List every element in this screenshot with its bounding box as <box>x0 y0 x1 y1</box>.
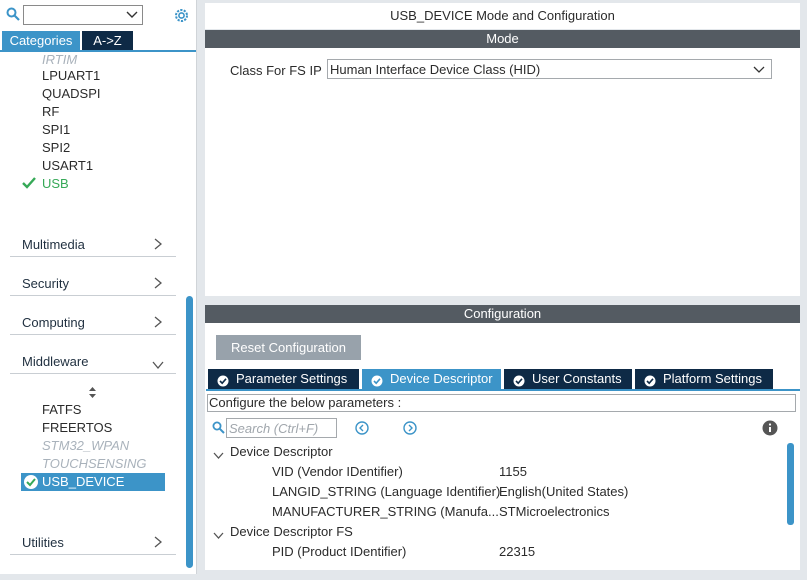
param-value-langid[interactable]: English(United States) <box>499 484 628 499</box>
category-multimedia[interactable]: Multimedia <box>10 232 176 257</box>
info-icon[interactable] <box>762 420 778 439</box>
tab-label: Parameter Settings <box>236 371 348 386</box>
check-icon <box>22 177 36 192</box>
previous-icon[interactable] <box>355 421 369 438</box>
chevron-right-icon <box>154 277 163 292</box>
check-circle-icon <box>513 373 525 387</box>
gear-icon[interactable] <box>173 7 190 27</box>
tab-a-to-z[interactable]: A->Z <box>82 31 133 50</box>
peripheral-spi1[interactable]: SPI1 <box>42 121 70 139</box>
param-value-manufacturer[interactable]: STMicroelectronics <box>499 504 610 519</box>
peripheral-quadspi[interactable]: QUADSPI <box>42 85 101 103</box>
reset-configuration-button[interactable]: Reset Configuration <box>216 335 361 360</box>
chevron-down-icon[interactable] <box>126 8 138 23</box>
category-computing[interactable]: Computing <box>10 310 176 335</box>
group-device-descriptor[interactable]: Device Descriptor <box>230 444 333 459</box>
chevron-down-icon <box>753 63 765 78</box>
next-icon[interactable] <box>403 421 417 438</box>
tab-label: Device Descriptor <box>390 371 493 386</box>
search-icon[interactable] <box>6 7 20 24</box>
param-value-vid[interactable]: 1155 <box>499 464 527 479</box>
peripheral-lpuart1[interactable]: LPUART1 <box>42 67 100 85</box>
middleware-stm32-wpan[interactable]: STM32_WPAN <box>42 437 129 455</box>
chevron-right-icon <box>154 238 163 253</box>
collapse-icon[interactable] <box>213 448 224 463</box>
tab-label: Platform Settings <box>663 371 762 386</box>
category-utilities[interactable]: Utilities <box>10 530 176 555</box>
middleware-freertos[interactable]: FREERTOS <box>42 419 112 437</box>
configure-hint: Configure the below parameters : <box>207 394 796 412</box>
category-label: Utilities <box>22 535 64 550</box>
param-name-vid[interactable]: VID (Vendor IDentifier) <box>272 464 403 479</box>
sort-icon[interactable] <box>88 386 97 402</box>
category-label: Multimedia <box>22 237 85 252</box>
tab-user-constants[interactable]: User Constants <box>504 369 632 389</box>
param-value-pid[interactable]: 22315 <box>499 544 535 559</box>
category-security[interactable]: Security <box>10 271 176 296</box>
check-circle-icon <box>217 373 229 387</box>
peripheral-rf[interactable]: RF <box>42 103 59 121</box>
middleware-usb-device[interactable]: USB_DEVICE <box>21 473 165 491</box>
mode-area <box>205 48 800 296</box>
check-circle-icon <box>644 373 656 387</box>
chevron-right-icon <box>154 536 163 551</box>
peripheral-usart1[interactable]: USART1 <box>42 157 93 175</box>
category-middleware[interactable]: Middleware <box>10 349 176 374</box>
collapse-icon[interactable] <box>213 528 224 543</box>
sidebar-scrollbar[interactable] <box>186 296 193 568</box>
middleware-touchsensing[interactable]: TOUCHSENSING <box>42 455 147 473</box>
tab-parameter-settings[interactable]: Parameter Settings <box>208 369 359 389</box>
param-name-langid[interactable]: LANGID_STRING (Language Identifier) <box>272 484 500 499</box>
tab-label: User Constants <box>532 371 622 386</box>
parameter-search-input[interactable]: Search (Ctrl+F) <box>226 418 337 438</box>
category-label: Middleware <box>22 354 89 369</box>
parameter-scrollbar[interactable] <box>787 443 794 525</box>
param-name-manufacturer[interactable]: MANUFACTURER_STRING (Manufa... <box>272 504 499 519</box>
param-name-pid[interactable]: PID (Product IDentifier) <box>272 544 406 559</box>
category-label: Computing <box>22 315 85 330</box>
group-device-descriptor-fs[interactable]: Device Descriptor FS <box>230 524 353 539</box>
peripheral-usb[interactable]: USB <box>42 175 69 193</box>
check-circle-icon <box>23 474 39 493</box>
mode-header: Mode <box>205 30 800 48</box>
middleware-fatfs[interactable]: FATFS <box>42 401 81 419</box>
middleware-label: USB_DEVICE <box>42 474 125 489</box>
class-select-value: Human Interface Device Class (HID) <box>330 62 541 77</box>
category-label: Security <box>22 276 69 291</box>
chevron-down-icon <box>152 357 164 372</box>
tab-underline <box>0 50 196 52</box>
check-circle-icon <box>371 373 383 387</box>
tab-underline <box>206 389 800 391</box>
configuration-header: Configuration <box>205 305 800 323</box>
class-for-fs-ip-select[interactable]: Human Interface Device Class (HID) <box>327 59 772 79</box>
class-for-fs-ip-label: Class For FS IP <box>230 63 322 78</box>
peripheral-spi2[interactable]: SPI2 <box>42 139 70 157</box>
search-icon <box>212 421 225 437</box>
chevron-right-icon <box>154 316 163 331</box>
window-title: USB_DEVICE Mode and Configuration <box>205 3 800 29</box>
peripheral-search-combo[interactable] <box>23 5 143 25</box>
tab-categories[interactable]: Categories <box>2 31 80 50</box>
search-placeholder: Search (Ctrl+F) <box>229 421 319 436</box>
tab-platform-settings[interactable]: Platform Settings <box>635 369 773 389</box>
tab-device-descriptor[interactable]: Device Descriptor <box>362 369 501 389</box>
